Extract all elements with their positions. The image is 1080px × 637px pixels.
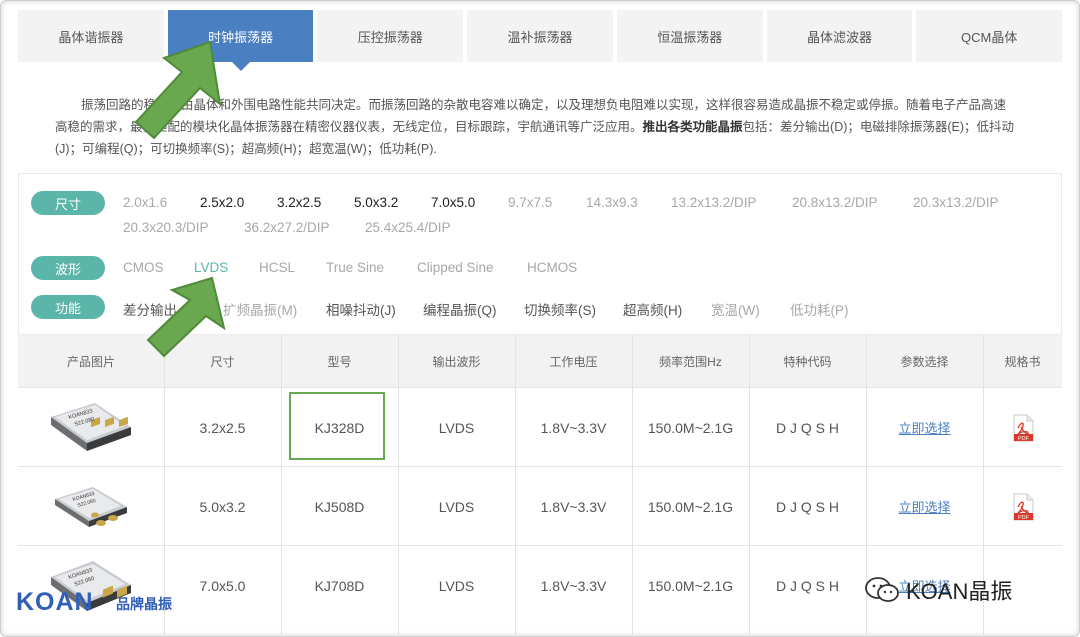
- header-model: 型号: [327, 354, 352, 369]
- table-row: KOAN833 S22.080 3.2x2.5 KJ328D LVDS 1.8V…: [18, 387, 1062, 466]
- size-option[interactable]: 2.5x2.0: [200, 195, 244, 210]
- tab-crystal-filter[interactable]: 晶体滤波器: [766, 10, 913, 62]
- svg-text:PDF: PDF: [1018, 436, 1030, 442]
- size-option[interactable]: 3.2x2.5: [277, 195, 321, 210]
- cell-size: 5.0x3.2: [199, 498, 246, 515]
- size-option[interactable]: 20.8x13.2/DIP: [792, 195, 878, 210]
- size-option[interactable]: 9.7x7.5: [508, 195, 552, 210]
- cell-code: D J Q S H: [775, 419, 839, 436]
- size-option[interactable]: 20.3x13.2/DIP: [913, 195, 999, 210]
- size-option[interactable]: 20.3x20.3/DIP: [123, 220, 209, 235]
- cell-waveform: LVDS: [438, 498, 475, 515]
- waveform-option-selected[interactable]: LVDS: [194, 260, 228, 275]
- size-filter-label: 尺寸: [31, 191, 105, 215]
- wechat-watermark-text: KOAN晶振: [906, 579, 1013, 604]
- waveform-option[interactable]: True Sine: [326, 260, 384, 275]
- cell-waveform: LVDS: [438, 419, 475, 436]
- size-option[interactable]: 13.2x13.2/DIP: [671, 195, 757, 210]
- cell-waveform: LVDS: [438, 577, 475, 594]
- pdf-icon[interactable]: PDF: [1012, 493, 1034, 521]
- brand-subtitle: 品牌晶振: [116, 596, 172, 612]
- intro-highlight: 推出各类功能晶振: [642, 120, 743, 134]
- size-option[interactable]: 36.2x27.2/DIP: [244, 220, 330, 235]
- chip-image: KOAN833 S22.080: [51, 402, 131, 451]
- select-link-cell: 立即选择: [866, 388, 983, 467]
- size-option[interactable]: 2.0x1.6: [123, 195, 167, 210]
- cell-size: 3.2x2.5: [199, 419, 246, 436]
- waveform-filter-label: 波形: [31, 256, 105, 280]
- function-option[interactable]: 宽温(W): [711, 299, 760, 319]
- header-frequency: 频率范围Hz: [659, 354, 722, 369]
- koan-logo: KOAN: [16, 588, 94, 616]
- cell-frequency: 150.0M~2.1G: [647, 498, 734, 515]
- arrow-icon: [134, 40, 222, 140]
- waveform-option[interactable]: Clipped Sine: [417, 260, 494, 275]
- cell-size: 7.0x5.0: [199, 577, 246, 594]
- cell-model: KJ708D: [314, 577, 365, 594]
- cell-frequency: 150.0M~2.1G: [647, 577, 734, 594]
- function-filter-label: 功能: [31, 295, 105, 319]
- header-datasheet: 规格书: [1004, 354, 1041, 369]
- chip-image: KOAN833 S22.080: [55, 486, 127, 527]
- wechat-icon: [865, 577, 899, 602]
- function-option[interactable]: 超高频(H): [623, 299, 682, 319]
- datasheet-cell: PDF: [983, 388, 1062, 467]
- size-option[interactable]: 5.0x3.2: [354, 195, 398, 210]
- pdf-icon[interactable]: PDF: [1012, 414, 1034, 442]
- cell-voltage: 1.8V~3.3V: [540, 498, 607, 515]
- size-option[interactable]: 14.3x9.3: [586, 195, 638, 210]
- size-option[interactable]: 25.4x25.4/DIP: [365, 220, 451, 235]
- select-link-cell: 立即选择: [866, 467, 983, 546]
- datasheet-cell: PDF: [983, 467, 1062, 546]
- product-image: KOAN833 S22.080: [18, 388, 164, 467]
- cell-model: KJ508D: [314, 498, 365, 515]
- header-waveform: 输出波形: [432, 354, 481, 369]
- waveform-option[interactable]: HCMOS: [527, 260, 577, 275]
- function-option[interactable]: 相噪抖动(J): [326, 299, 396, 319]
- table-row: KOAN833 S22.080 5.0x3.2 KJ508D LVDS 1.8V…: [18, 466, 1062, 545]
- header-voltage: 工作电压: [549, 354, 598, 369]
- cell-code: D J Q S H: [775, 498, 839, 515]
- svg-text:PDF: PDF: [1018, 515, 1030, 521]
- header-params: 参数选择: [900, 354, 949, 369]
- cell-voltage: 1.8V~3.3V: [540, 419, 607, 436]
- tab-vcxo[interactable]: 压控振荡器: [317, 10, 464, 62]
- arrow-icon: [146, 276, 226, 358]
- function-option[interactable]: 切换频率(S): [524, 299, 596, 319]
- select-now-link[interactable]: 立即选择: [898, 418, 950, 437]
- cell-frequency: 150.0M~2.1G: [647, 419, 734, 436]
- tab-tcxo[interactable]: 温补振荡器: [467, 10, 613, 62]
- size-option[interactable]: 7.0x5.0: [431, 195, 475, 210]
- waveform-option[interactable]: CMOS: [123, 260, 164, 275]
- tab-ocxo[interactable]: 恒温振荡器: [616, 10, 763, 62]
- function-option[interactable]: 低功耗(P): [790, 299, 849, 319]
- intro-line-2c: 包括：差分输出(D)；电磁排除振荡器(E)；低抖动: [742, 120, 1015, 134]
- wechat-watermark: KOAN晶振: [864, 574, 1012, 606]
- product-image: KOAN833 S22.080: [18, 467, 164, 546]
- cell-voltage: 1.8V~3.3V: [540, 577, 607, 594]
- highlight-box: [289, 392, 385, 460]
- cell-code: D J Q S H: [775, 577, 839, 594]
- waveform-option[interactable]: HCSL: [259, 260, 295, 275]
- header-code: 特种代码: [783, 354, 832, 369]
- function-option[interactable]: 编程晶振(Q): [423, 299, 497, 319]
- tab-qcm-crystal[interactable]: QCM晶体: [916, 10, 1063, 62]
- select-now-link[interactable]: 立即选择: [898, 497, 950, 516]
